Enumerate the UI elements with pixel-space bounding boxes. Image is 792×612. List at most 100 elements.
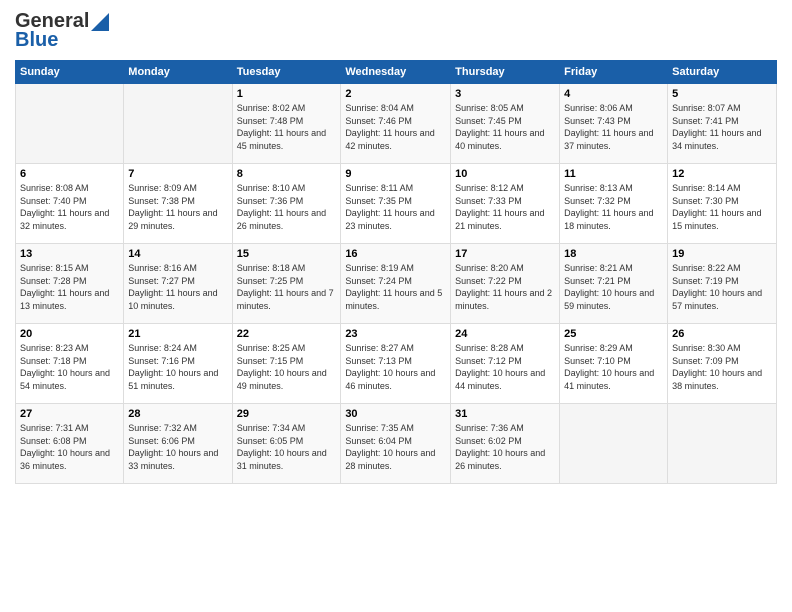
day-number: 23: [345, 328, 446, 340]
day-info: Sunrise: 8:22 AM Sunset: 7:19 PM Dayligh…: [672, 262, 772, 312]
day-info: Sunrise: 8:25 AM Sunset: 7:15 PM Dayligh…: [237, 342, 337, 392]
day-info: Sunrise: 7:34 AM Sunset: 6:05 PM Dayligh…: [237, 422, 337, 472]
day-info: Sunrise: 8:07 AM Sunset: 7:41 PM Dayligh…: [672, 102, 772, 152]
day-number: 31: [455, 408, 555, 420]
day-info: Sunrise: 7:35 AM Sunset: 6:04 PM Dayligh…: [345, 422, 446, 472]
calendar-week-row: 13 Sunrise: 8:15 AM Sunset: 7:28 PM Dayli…: [16, 244, 777, 324]
calendar-cell: 24 Sunrise: 8:28 AM Sunset: 7:12 PM Dayli…: [451, 324, 560, 404]
day-info: Sunrise: 8:20 AM Sunset: 7:22 PM Dayligh…: [455, 262, 555, 312]
calendar-cell: 25 Sunrise: 8:29 AM Sunset: 7:10 PM Dayli…: [560, 324, 668, 404]
day-info: Sunrise: 8:29 AM Sunset: 7:10 PM Dayligh…: [564, 342, 663, 392]
calendar-cell: 16Sunrise: 8:19 AM Sunset: 7:24 PM Dayli…: [341, 244, 451, 324]
day-number: 18: [564, 248, 663, 260]
calendar-cell: 10 Sunrise: 8:12 AM Sunset: 7:33 PM Dayli…: [451, 164, 560, 244]
day-info: Sunrise: 7:31 AM Sunset: 6:08 PM Dayligh…: [20, 422, 119, 472]
day-number: 28: [128, 408, 227, 420]
day-info: Sunrise: 8:23 AM Sunset: 7:18 PM Dayligh…: [20, 342, 119, 392]
calendar-cell: 14 Sunrise: 8:16 AM Sunset: 7:27 PM Dayli…: [124, 244, 232, 324]
day-number: 4: [564, 88, 663, 100]
day-number: 10: [455, 168, 555, 180]
calendar-cell: 29 Sunrise: 7:34 AM Sunset: 6:05 PM Dayli…: [232, 404, 341, 484]
weekday-header: Saturday: [668, 61, 777, 84]
day-number: 17: [455, 248, 555, 260]
calendar-cell: 22 Sunrise: 8:25 AM Sunset: 7:15 PM Dayli…: [232, 324, 341, 404]
calendar-cell: [668, 404, 777, 484]
day-number: 16: [345, 248, 446, 260]
day-number: 12: [672, 168, 772, 180]
calendar-cell: [124, 84, 232, 164]
weekday-header: Friday: [560, 61, 668, 84]
day-info: Sunrise: 8:02 AM Sunset: 7:48 PM Dayligh…: [237, 102, 337, 152]
day-number: 14: [128, 248, 227, 260]
calendar-week-row: 27 Sunrise: 7:31 AM Sunset: 6:08 PM Dayli…: [16, 404, 777, 484]
calendar-cell: 18Sunrise: 8:21 AM Sunset: 7:21 PM Dayli…: [560, 244, 668, 324]
calendar-cell: 28 Sunrise: 7:32 AM Sunset: 6:06 PM Dayli…: [124, 404, 232, 484]
day-info: Sunrise: 8:09 AM Sunset: 7:38 PM Dayligh…: [128, 182, 227, 232]
day-info: Sunrise: 8:27 AM Sunset: 7:13 PM Dayligh…: [345, 342, 446, 392]
day-number: 15: [237, 248, 337, 260]
day-number: 24: [455, 328, 555, 340]
weekday-header: Monday: [124, 61, 232, 84]
day-number: 27: [20, 408, 119, 420]
day-info: Sunrise: 8:24 AM Sunset: 7:16 PM Dayligh…: [128, 342, 227, 392]
day-info: Sunrise: 7:32 AM Sunset: 6:06 PM Dayligh…: [128, 422, 227, 472]
day-number: 11: [564, 168, 663, 180]
day-info: Sunrise: 8:16 AM Sunset: 7:27 PM Dayligh…: [128, 262, 227, 312]
day-info: Sunrise: 8:06 AM Sunset: 7:43 PM Dayligh…: [564, 102, 663, 152]
day-info: Sunrise: 8:10 AM Sunset: 7:36 PM Dayligh…: [237, 182, 337, 232]
day-number: 25: [564, 328, 663, 340]
calendar-cell: 15 Sunrise: 8:18 AM Sunset: 7:25 PM Dayli…: [232, 244, 341, 324]
calendar-cell: 7 Sunrise: 8:09 AM Sunset: 7:38 PM Daylig…: [124, 164, 232, 244]
weekday-header: Thursday: [451, 61, 560, 84]
day-number: 13: [20, 248, 119, 260]
day-number: 29: [237, 408, 337, 420]
calendar-cell: 31Sunrise: 7:36 AM Sunset: 6:02 PM Dayli…: [451, 404, 560, 484]
day-number: 6: [20, 168, 119, 180]
day-number: 3: [455, 88, 555, 100]
calendar-cell: [560, 404, 668, 484]
weekday-header: Wednesday: [341, 61, 451, 84]
calendar-cell: 19Sunrise: 8:22 AM Sunset: 7:19 PM Dayli…: [668, 244, 777, 324]
day-info: Sunrise: 8:18 AM Sunset: 7:25 PM Dayligh…: [237, 262, 337, 312]
day-number: 1: [237, 88, 337, 100]
calendar-cell: 30 Sunrise: 7:35 AM Sunset: 6:04 PM Dayli…: [341, 404, 451, 484]
day-number: 8: [237, 168, 337, 180]
calendar-cell: 21 Sunrise: 8:24 AM Sunset: 7:16 PM Dayli…: [124, 324, 232, 404]
calendar-cell: 23 Sunrise: 8:27 AM Sunset: 7:13 PM Dayli…: [341, 324, 451, 404]
day-info: Sunrise: 8:15 AM Sunset: 7:28 PM Dayligh…: [20, 262, 119, 312]
logo: General Blue: [15, 10, 109, 52]
day-info: Sunrise: 8:04 AM Sunset: 7:46 PM Dayligh…: [345, 102, 446, 152]
day-number: 21: [128, 328, 227, 340]
calendar-week-row: 6Sunrise: 8:08 AM Sunset: 7:40 PM Daylig…: [16, 164, 777, 244]
day-number: 30: [345, 408, 446, 420]
calendar-header-row: SundayMondayTuesdayWednesdayThursdayFrid…: [16, 61, 777, 84]
day-info: Sunrise: 8:28 AM Sunset: 7:12 PM Dayligh…: [455, 342, 555, 392]
calendar-cell: 13 Sunrise: 8:15 AM Sunset: 7:28 PM Dayli…: [16, 244, 124, 324]
calendar-cell: 27 Sunrise: 7:31 AM Sunset: 6:08 PM Dayli…: [16, 404, 124, 484]
calendar-cell: 12Sunrise: 8:14 AM Sunset: 7:30 PM Dayli…: [668, 164, 777, 244]
calendar-cell: [16, 84, 124, 164]
day-number: 9: [345, 168, 446, 180]
day-info: Sunrise: 8:05 AM Sunset: 7:45 PM Dayligh…: [455, 102, 555, 152]
calendar-cell: 5 Sunrise: 8:07 AM Sunset: 7:41 PM Daylig…: [668, 84, 777, 164]
weekday-header: Tuesday: [232, 61, 341, 84]
calendar-cell: 8 Sunrise: 8:10 AM Sunset: 7:36 PM Daylig…: [232, 164, 341, 244]
day-number: 5: [672, 88, 772, 100]
page: General Blue SundayMondayTuesdayWednesda…: [0, 0, 792, 612]
calendar-cell: 3 Sunrise: 8:05 AM Sunset: 7:45 PM Daylig…: [451, 84, 560, 164]
header: General Blue: [15, 10, 777, 52]
calendar-cell: 9Sunrise: 8:11 AM Sunset: 7:35 PM Daylig…: [341, 164, 451, 244]
weekday-header: Sunday: [16, 61, 124, 84]
logo-blue-text: Blue: [15, 29, 58, 52]
day-number: 7: [128, 168, 227, 180]
calendar-table: SundayMondayTuesdayWednesdayThursdayFrid…: [15, 60, 777, 484]
day-number: 26: [672, 328, 772, 340]
logo-icon: [91, 13, 109, 31]
day-info: Sunrise: 8:12 AM Sunset: 7:33 PM Dayligh…: [455, 182, 555, 232]
calendar-cell: 17 Sunrise: 8:20 AM Sunset: 7:22 PM Dayli…: [451, 244, 560, 324]
day-number: 22: [237, 328, 337, 340]
day-info: Sunrise: 8:13 AM Sunset: 7:32 PM Dayligh…: [564, 182, 663, 232]
calendar-cell: 20Sunrise: 8:23 AM Sunset: 7:18 PM Dayli…: [16, 324, 124, 404]
calendar-week-row: 20Sunrise: 8:23 AM Sunset: 7:18 PM Dayli…: [16, 324, 777, 404]
calendar-cell: 1 Sunrise: 8:02 AM Sunset: 7:48 PM Daylig…: [232, 84, 341, 164]
